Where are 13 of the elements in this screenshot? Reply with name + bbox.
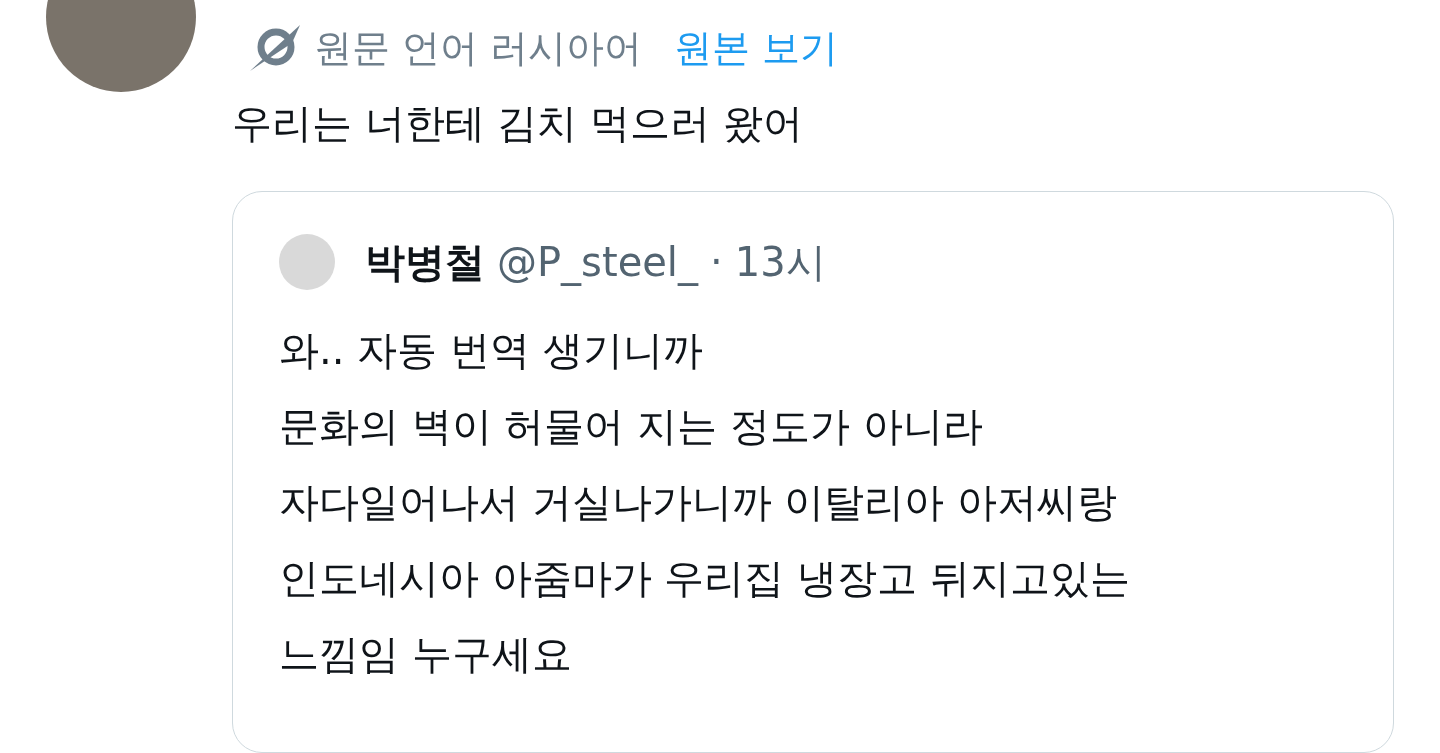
- quoted-text-line: 느낌임 누구세요: [279, 630, 573, 679]
- avatar-placeholder: [279, 234, 335, 290]
- quoted-text-line: 자다일어나서 거실나가니까 이탈리아 아저씨랑: [279, 478, 1119, 527]
- tweet-text: 우리는 너한테 김치 먹으러 왔어: [232, 99, 804, 148]
- separator-dot: ·: [710, 239, 723, 285]
- quoted-text-line: 문화의 벽이 허물어 지는 정도가 아니라: [279, 402, 984, 451]
- quoted-text-line: 와.. 자동 번역 생기니까: [279, 326, 704, 375]
- user-name: 박병철: [365, 237, 485, 287]
- user-handle: @P_steel_: [497, 239, 698, 285]
- translation-note: 원문 언어 러시아어: [314, 24, 643, 72]
- post-time: 13시: [734, 237, 826, 287]
- quoted-text-line: 인도네시아 아줌마가 우리집 냉장고 뒤지고있는: [279, 554, 1131, 603]
- quoted-tweet-card[interactable]: 박병철 @P_steel_ · 13시 와.. 자동 번역 생기니까 문화의 벽이 허물어 지는 정도가 아니라 자다일어나서 거실나가니까 이탈리아 아저씨랑 인도네시아 아줌마가 우리집 냉장고 뒤지고있는 느낌임 누구세요: [232, 191, 1394, 753]
